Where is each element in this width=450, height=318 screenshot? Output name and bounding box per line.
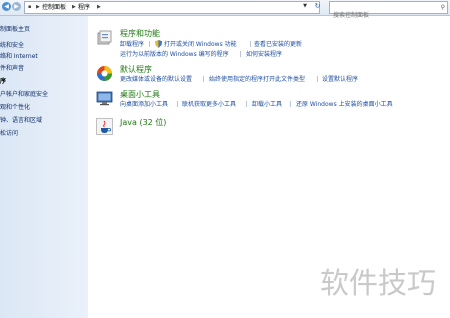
link-set-default-programs[interactable]: 设置默认程序 — [322, 76, 358, 83]
sidebar-item-accounts[interactable]: 户帐户和家庭安全 — [0, 91, 48, 99]
search-icon[interactable]: ⚲ — [441, 2, 445, 13]
sidebar-item-ease-of-access[interactable]: 松访问 — [0, 130, 18, 138]
link-restore-gadgets[interactable]: 还原 Windows 上安装的桌面小工具 — [296, 101, 393, 108]
link-separator — [240, 51, 241, 57]
chevron-right-icon[interactable]: ▶ — [36, 2, 40, 13]
link-how-to-install[interactable]: 如何安装程序 — [246, 51, 282, 58]
link-compat-programs[interactable]: 运行为以前版本的 Windows 编写的程序 — [120, 51, 229, 58]
link-separator — [203, 76, 204, 82]
java-icon[interactable] — [96, 118, 113, 135]
link-get-more-gadgets[interactable]: 联机获取更多小工具 — [182, 101, 236, 108]
link-file-type-association[interactable]: 始终使用指定的程序打开此文件类型 — [209, 76, 305, 83]
link-add-gadgets[interactable]: 向桌面添加小工具 — [120, 101, 168, 108]
default-programs-icon[interactable] — [96, 65, 113, 82]
link-windows-features[interactable]: 打开或关闭 Windows 功能 — [164, 41, 237, 48]
link-separator — [250, 41, 251, 47]
address-dropdown-button[interactable]: ▼ — [300, 1, 310, 12]
programs-features-icon[interactable] — [96, 30, 113, 47]
category-title-default-programs[interactable]: 默认程序 — [120, 65, 152, 75]
breadcrumb-programs[interactable]: 程序 — [78, 2, 90, 13]
folder-icon: ▪ — [28, 4, 32, 10]
search-input[interactable] — [330, 11, 433, 20]
link-uninstall-gadget[interactable]: 卸载小工具 — [252, 101, 282, 108]
category-title-java[interactable]: Java (32 位) — [120, 118, 166, 128]
link-uninstall-program[interactable]: 卸载程序 — [120, 41, 144, 48]
desktop-gadgets-icon[interactable] — [96, 90, 113, 107]
sidebar-item-programs[interactable]: 序 — [0, 78, 6, 86]
link-separator — [149, 41, 150, 47]
shield-icon — [155, 40, 162, 48]
sidebar-item-appearance[interactable]: 观和个性化 — [0, 104, 30, 112]
category-title-programs-features[interactable]: 程序和功能 — [120, 29, 160, 39]
sidebar-item-home[interactable]: 制面板主页 — [0, 26, 30, 34]
sidebar-item-region[interactable]: 钟、语言和区域 — [0, 117, 42, 125]
back-button[interactable]: ◀ — [2, 2, 11, 11]
sidebar-item-network[interactable]: 络和 Internet — [0, 53, 38, 61]
link-media-defaults[interactable]: 更改媒体或设备的默认设置 — [120, 76, 192, 83]
sidebar: 制面板主页 统和安全 络和 Internet 件和声音 序 户帐户和家庭安全 观… — [0, 16, 88, 318]
link-separator — [317, 76, 318, 82]
chevron-right-icon[interactable]: ▶ — [97, 2, 101, 13]
forward-button[interactable]: ▶ — [12, 2, 21, 11]
link-separator — [290, 101, 291, 107]
link-separator — [246, 101, 247, 107]
sidebar-item-security[interactable]: 统和安全 — [0, 42, 24, 50]
chevron-right-icon[interactable]: ▶ — [72, 2, 76, 13]
search-box[interactable]: ⚲ — [329, 1, 448, 20]
breadcrumb[interactable]: ▪ ▶ 控制面板 ▶ 程序 ▶ — [24, 1, 320, 14]
address-bar: ◀ ▶ ▪ ▶ 控制面板 ▶ 程序 ▶ ▼ ↻ ⚲ — [0, 0, 450, 20]
link-separator — [177, 101, 178, 107]
category-title-desktop-gadgets[interactable]: 桌面小工具 — [120, 90, 160, 100]
breadcrumb-control-panel[interactable]: 控制面板 — [42, 2, 66, 13]
link-view-installed-updates[interactable]: 查看已安装的更新 — [254, 41, 302, 48]
watermark-text: 软件技巧 — [320, 266, 437, 300]
refresh-icon[interactable]: ↻ — [313, 1, 322, 12]
sidebar-item-hardware[interactable]: 件和声音 — [0, 65, 24, 73]
